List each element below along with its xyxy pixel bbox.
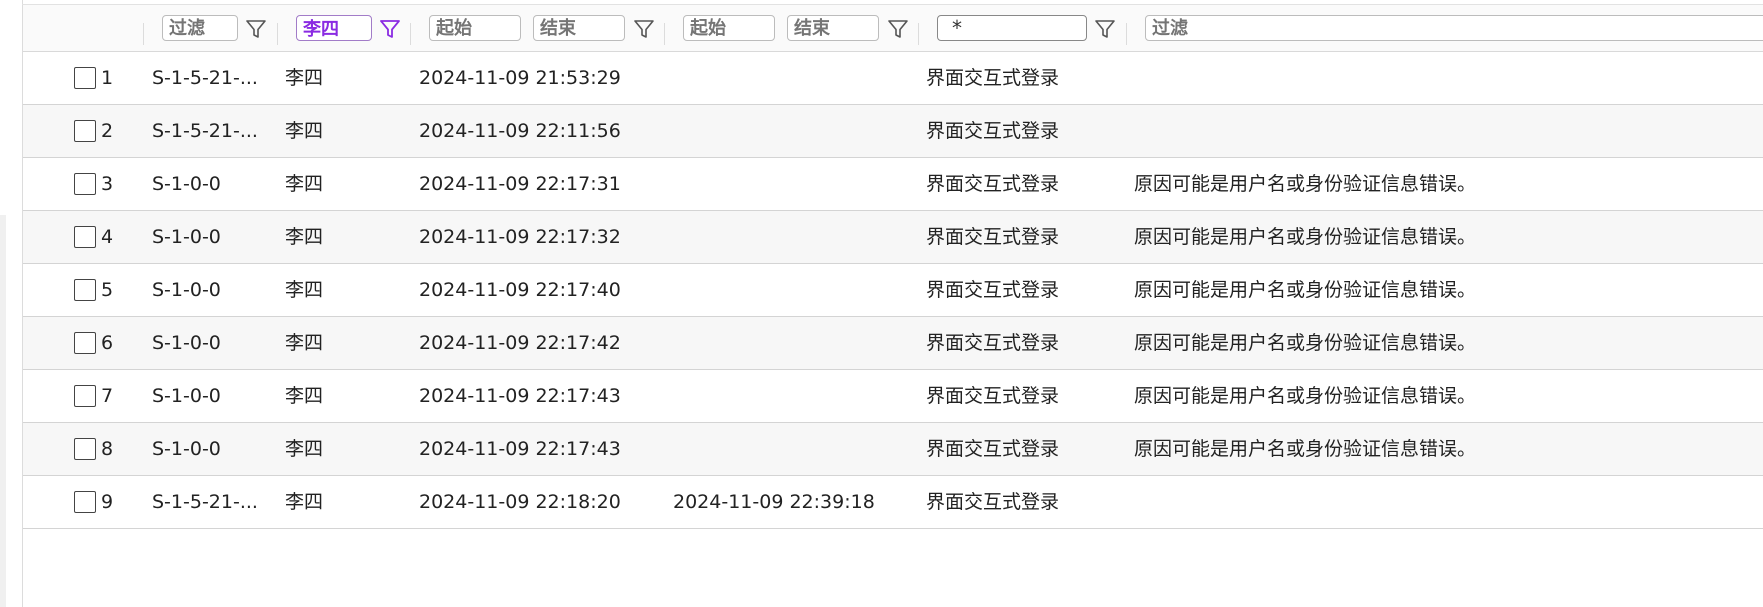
message-cell: 原因可能是用户名或身份验证信息错误。: [1134, 279, 1477, 301]
sid-cell: S-1-0-0: [152, 385, 221, 407]
row-checkbox[interactable]: [74, 67, 96, 89]
row-checkbox[interactable]: [74, 173, 96, 195]
logon-type-cell: 界面交互式登录: [926, 226, 1060, 248]
user-cell: 李四: [285, 438, 324, 460]
user-cell: 李四: [285, 385, 324, 407]
table-row[interactable]: 2 S-1-5-21-... 李四 2024-11-09 22:11:56 界面交互式登…: [23, 105, 1763, 158]
message-cell: 原因可能是用户名或身份验证信息错误。: [1134, 173, 1477, 195]
message-cell: 原因可能是用户名或身份验证信息错误。: [1134, 332, 1477, 354]
start-time-cell: 2024-11-09 22:17:40: [419, 279, 621, 301]
table-row[interactable]: 3 S-1-0-0 李四 2024-11-09 22:17:31 界面交互式登录 原因可能…: [23, 158, 1763, 211]
sid-cell: S-1-0-0: [152, 279, 221, 301]
column-separator: [410, 23, 411, 45]
row-checkbox[interactable]: [74, 279, 96, 301]
start-time-cell: 2024-11-09 21:53:29: [419, 67, 621, 89]
sid-cell: S-1-0-0: [152, 332, 221, 354]
row-number: 4: [101, 226, 114, 248]
start-time-cell: 2024-11-09 22:17:42: [419, 332, 621, 354]
sid-cell: S-1-5-21-...: [152, 120, 258, 142]
column-separator: [1126, 23, 1127, 45]
sid-cell: S-1-0-0: [152, 438, 221, 460]
row-number: 8: [101, 438, 114, 460]
row-checkbox[interactable]: [74, 438, 96, 460]
row-number: 7: [101, 385, 114, 407]
user-cell: 李四: [285, 491, 324, 513]
table-row[interactable]: 7 S-1-0-0 李四 2024-11-09 22:17:43 界面交互式登录 原因可能…: [23, 370, 1763, 423]
column-separator: [277, 23, 278, 45]
logon-type-cell: 界面交互式登录: [926, 332, 1060, 354]
sid-cell: S-1-5-21-...: [152, 491, 258, 513]
row-checkbox[interactable]: [74, 226, 96, 248]
sid-cell: S-1-0-0: [152, 226, 221, 248]
sid-filter-funnel-icon[interactable]: [245, 18, 267, 40]
sid-filter-input[interactable]: [162, 15, 238, 41]
user-cell: 李四: [285, 332, 324, 354]
start-time-from-input[interactable]: [429, 15, 521, 41]
start-time-cell: 2024-11-09 22:17:43: [419, 385, 621, 407]
row-number: 5: [101, 279, 114, 301]
user-filter-funnel-icon-active[interactable]: [379, 18, 401, 40]
start-time-filter-funnel-icon[interactable]: [633, 18, 655, 40]
logon-type-cell: 界面交互式登录: [926, 67, 1060, 89]
start-time-to-input[interactable]: [533, 15, 625, 41]
table-row[interactable]: 4 S-1-0-0 李四 2024-11-09 22:17:32 界面交互式登录 原因可能…: [23, 211, 1763, 264]
user-cell: 李四: [285, 67, 324, 89]
column-separator: [918, 23, 919, 45]
left-scroll-strip: [0, 215, 6, 607]
row-checkbox[interactable]: [74, 120, 96, 142]
table-row[interactable]: 9 S-1-5-21-... 李四 2024-11-09 22:18:20 2024-1…: [23, 476, 1763, 529]
column-separator: [664, 23, 665, 45]
user-cell: 李四: [285, 120, 324, 142]
sid-cell: S-1-5-21-...: [152, 67, 258, 89]
row-checkbox[interactable]: [74, 491, 96, 513]
row-number: 2: [101, 120, 114, 142]
user-filter-input[interactable]: [296, 15, 372, 41]
start-time-cell: 2024-11-09 22:17:43: [419, 438, 621, 460]
row-number: 9: [101, 491, 114, 513]
logon-type-cell: 界面交互式登录: [926, 279, 1060, 301]
logon-type-cell: 界面交互式登录: [926, 173, 1060, 195]
table-row[interactable]: 5 S-1-0-0 李四 2024-11-09 22:17:40 界面交互式登录 原因可能…: [23, 264, 1763, 317]
column-separator: [143, 23, 144, 45]
end-time-from-input[interactable]: [683, 15, 775, 41]
start-time-cell: 2024-11-09 22:11:56: [419, 120, 621, 142]
row-number: 1: [101, 67, 114, 89]
row-number: 6: [101, 332, 114, 354]
start-time-cell: 2024-11-09 22:18:20: [419, 491, 621, 513]
message-cell: 原因可能是用户名或身份验证信息错误。: [1134, 385, 1477, 407]
logon-type-cell: 界面交互式登录: [926, 385, 1060, 407]
logon-type-cell: 界面交互式登录: [926, 120, 1060, 142]
start-time-cell: 2024-11-09 22:17:31: [419, 173, 621, 195]
row-checkbox[interactable]: [74, 332, 96, 354]
row-checkbox[interactable]: [74, 385, 96, 407]
user-cell: 李四: [285, 226, 324, 248]
table-row[interactable]: 8 S-1-0-0 李四 2024-11-09 22:17:43 界面交互式登录 原因可能…: [23, 423, 1763, 476]
message-filter-input[interactable]: [1145, 15, 1763, 41]
table-row[interactable]: 1 S-1-5-21-... 李四 2024-11-09 21:53:29 界面交互式登…: [23, 52, 1763, 105]
user-cell: 李四: [285, 173, 324, 195]
sid-cell: S-1-0-0: [152, 173, 221, 195]
start-time-cell: 2024-11-09 22:17:32: [419, 226, 621, 248]
end-time-cell: 2024-11-09 22:39:18: [673, 491, 875, 513]
filter-row: [23, 5, 1763, 52]
logon-type-cell: 界面交互式登录: [926, 491, 1060, 513]
end-time-to-input[interactable]: [787, 15, 879, 41]
message-cell: 原因可能是用户名或身份验证信息错误。: [1134, 226, 1477, 248]
logon-type-filter-funnel-icon[interactable]: [1094, 18, 1116, 40]
user-cell: 李四: [285, 279, 324, 301]
row-number: 3: [101, 173, 114, 195]
logon-type-filter-input[interactable]: [937, 15, 1087, 41]
table-row[interactable]: 6 S-1-0-0 李四 2024-11-09 22:17:42 界面交互式登录 原因可能…: [23, 317, 1763, 370]
end-time-filter-funnel-icon[interactable]: [887, 18, 909, 40]
message-cell: 原因可能是用户名或身份验证信息错误。: [1134, 438, 1477, 460]
logon-type-cell: 界面交互式登录: [926, 438, 1060, 460]
